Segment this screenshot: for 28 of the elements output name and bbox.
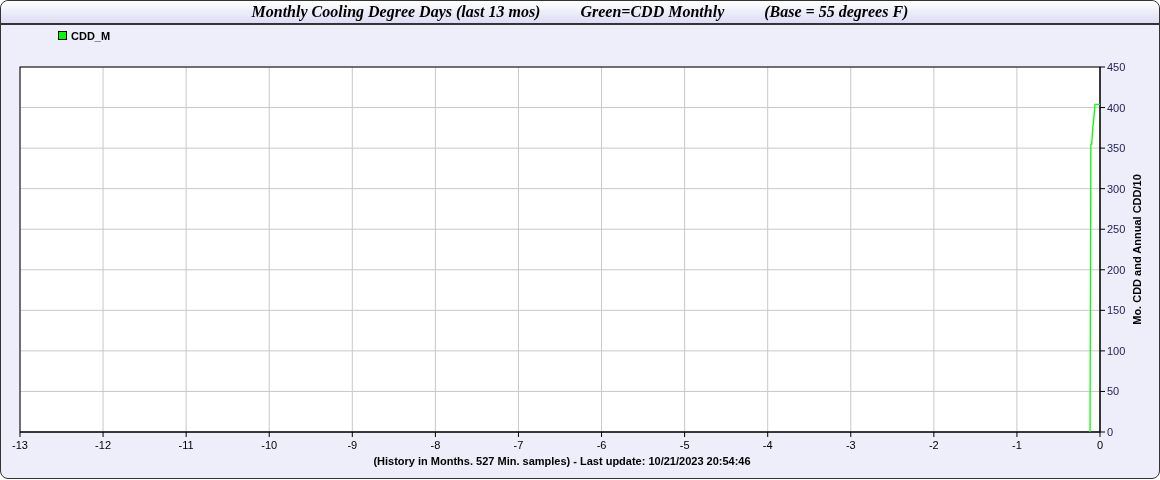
x-axis-title: (History in Months. 527 Min. samples) - Last update: 10/21/2023 20:54:46 (373, 455, 751, 467)
x-tick-label: 0 (1096, 439, 1104, 451)
x-tick-label: -13 (12, 439, 28, 451)
y-axis-title: Mo. CDD and Annual CDD/10 (1131, 174, 1143, 325)
y-tick-label: 450 (1107, 61, 1126, 73)
x-tick-label: -9 (347, 439, 358, 451)
x-tick-label: -4 (762, 439, 773, 451)
x-tick-label: -7 (513, 439, 524, 451)
legend-label: CDD_M (71, 29, 111, 42)
x-tick-label: -1 (1012, 439, 1022, 451)
y-tick-label: 400 (1107, 101, 1126, 114)
x-tick-label: -2 (928, 439, 939, 451)
y-tick-label: 250 (1107, 223, 1126, 236)
x-tick-label: -8 (430, 439, 441, 451)
x-tick-label: -3 (845, 439, 856, 451)
y-tick-label: 50 (1107, 385, 1120, 398)
x-tick-label: -10 (261, 439, 278, 451)
x-tick-label: -12 (95, 439, 112, 451)
y-tick-label: 300 (1107, 182, 1126, 195)
y-tick-label: 150 (1107, 304, 1126, 317)
y-tick-label: 0 (1107, 426, 1114, 438)
y-tick-label: 350 (1107, 142, 1126, 155)
x-tick-label: -11 (178, 439, 194, 451)
y-tick-label: 100 (1107, 344, 1126, 357)
x-tick-label: -5 (679, 439, 690, 451)
y-tick-label: 200 (1107, 263, 1126, 276)
chart-title: Monthly Cooling Degree Days (last 13 mos) Green=CDD Monthly (Base = 55 degrees F) (251, 3, 909, 21)
x-tick-label: -6 (596, 439, 607, 451)
